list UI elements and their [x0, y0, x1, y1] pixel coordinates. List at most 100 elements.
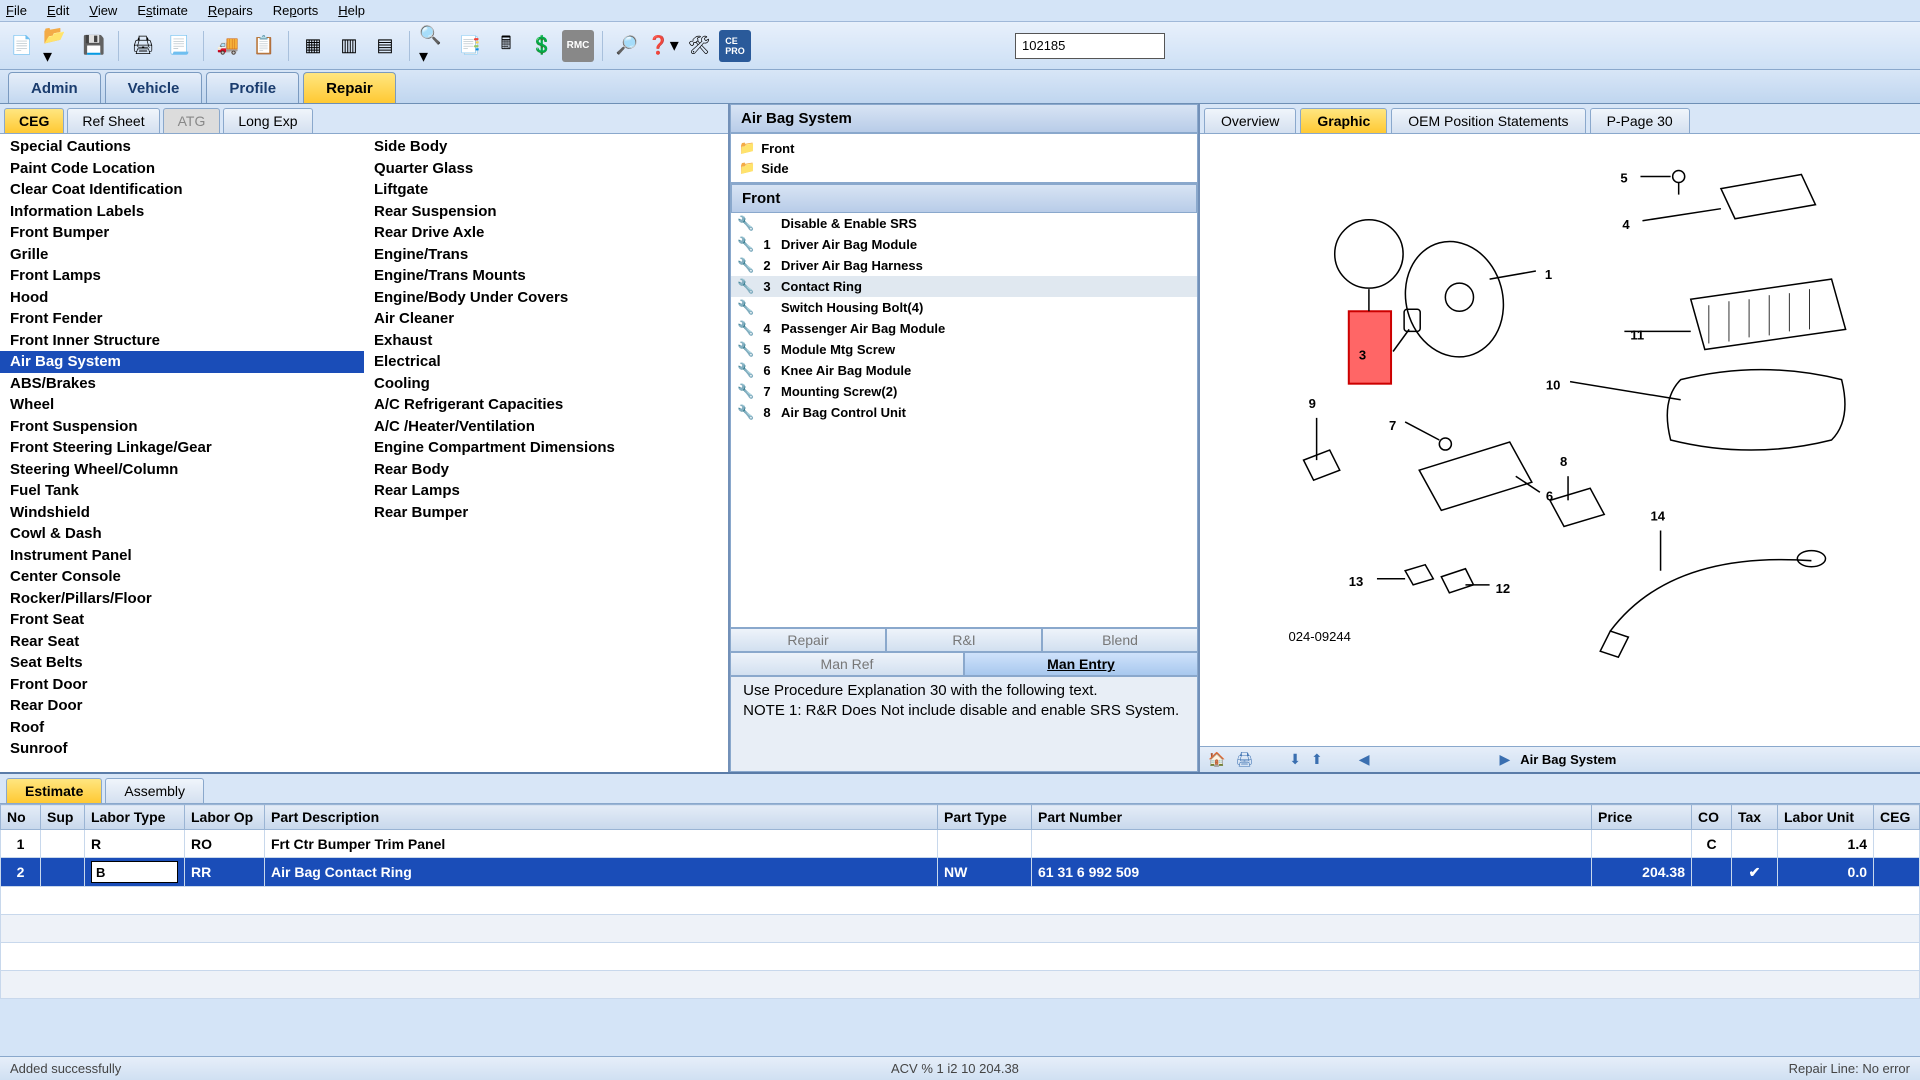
col-price[interactable]: Price [1592, 805, 1692, 830]
part-row[interactable]: 🔧2Driver Air Bag Harness [731, 255, 1197, 276]
forward-icon[interactable]: ▶ [1499, 751, 1510, 768]
tools-icon[interactable]: 🛠 [683, 30, 715, 62]
part-row[interactable]: 🔧8Air Bag Control Unit [731, 402, 1197, 423]
category-item[interactable]: Seat Belts [0, 652, 364, 674]
category-item[interactable]: Windshield [0, 502, 364, 524]
search-icon[interactable]: 🔍▾ [418, 30, 450, 62]
grid3-icon[interactable]: ▤ [369, 30, 401, 62]
col-tax[interactable]: Tax [1732, 805, 1778, 830]
btab-estimate[interactable]: Estimate [6, 778, 102, 803]
category-item[interactable]: Front Steering Linkage/Gear [0, 437, 364, 459]
category-item[interactable]: Wheel [0, 394, 364, 416]
category-item[interactable]: Liftgate [364, 179, 728, 201]
tab-vehicle[interactable]: Vehicle [105, 72, 203, 103]
tab-admin[interactable]: Admin [8, 72, 101, 103]
category-item[interactable]: Clear Coat Identification [0, 179, 364, 201]
category-item[interactable]: Rear Body [364, 459, 728, 481]
col-description[interactable]: Part Description [265, 805, 938, 830]
table-row[interactable]: 2RRAir Bag Contact RingNW61 31 6 992 509… [1, 858, 1920, 887]
category-item[interactable]: Engine/Trans Mounts [364, 265, 728, 287]
grid2-icon[interactable]: ▥ [333, 30, 365, 62]
tree-item[interactable]: 📁Side [735, 158, 1193, 178]
rtab-graphic[interactable]: Graphic [1300, 108, 1387, 133]
category-item[interactable]: Grille [0, 244, 364, 266]
category-item[interactable]: Engine/Body Under Covers [364, 287, 728, 309]
save-icon[interactable]: 💾 [78, 30, 110, 62]
sheet-icon[interactable]: 📑 [454, 30, 486, 62]
btn-manref[interactable]: Man Ref [730, 652, 964, 676]
col-labor-unit[interactable]: Labor Unit [1778, 805, 1874, 830]
subtab-longexp[interactable]: Long Exp [223, 108, 312, 133]
clipboard-icon[interactable]: 📋 [248, 30, 280, 62]
part-row[interactable]: 🔧1Driver Air Bag Module [731, 234, 1197, 255]
part-row[interactable]: 🔧Switch Housing Bolt(4) [731, 297, 1197, 318]
category-item[interactable]: Rear Seat [0, 631, 364, 653]
category-item[interactable]: Air Cleaner [364, 308, 728, 330]
menu-help[interactable]: Help [338, 3, 365, 18]
back-icon[interactable]: ◀ [1359, 751, 1370, 768]
money-icon[interactable]: 💲 [526, 30, 558, 62]
category-item[interactable]: A/C /Heater/Ventilation [364, 416, 728, 438]
up-icon[interactable]: ⬆ [1311, 751, 1323, 768]
category-item[interactable]: Front Lamps [0, 265, 364, 287]
category-item[interactable]: Front Inner Structure [0, 330, 364, 352]
subtab-refsheet[interactable]: Ref Sheet [67, 108, 159, 133]
print-icon[interactable]: 🖨 [127, 30, 159, 62]
col-part-type[interactable]: Part Type [938, 805, 1032, 830]
tab-profile[interactable]: Profile [206, 72, 299, 103]
part-row[interactable]: 🔧7Mounting Screw(2) [731, 381, 1197, 402]
category-item[interactable]: Rear Lamps [364, 480, 728, 502]
part-row[interactable]: 🔧4Passenger Air Bag Module [731, 318, 1197, 339]
rtab-oem[interactable]: OEM Position Statements [1391, 108, 1585, 133]
category-item[interactable]: Special Cautions [0, 136, 364, 158]
category-item[interactable]: Side Body [364, 136, 728, 158]
document-icon[interactable]: 📃 [163, 30, 195, 62]
category-item[interactable]: Cooling [364, 373, 728, 395]
category-item[interactable]: Information Labels [0, 201, 364, 223]
category-item[interactable]: Quarter Glass [364, 158, 728, 180]
category-item[interactable]: Hood [0, 287, 364, 309]
category-item[interactable]: Air Bag System [0, 351, 364, 373]
category-item[interactable]: Rear Door [0, 695, 364, 717]
category-item[interactable]: Cowl & Dash [0, 523, 364, 545]
search-input[interactable] [1015, 33, 1165, 59]
category-item[interactable]: Rear Drive Axle [364, 222, 728, 244]
category-item[interactable]: Exhaust [364, 330, 728, 352]
col-no[interactable]: No [1, 805, 41, 830]
grid1-icon[interactable]: ▦ [297, 30, 329, 62]
category-item[interactable]: ABS/Brakes [0, 373, 364, 395]
tab-repair[interactable]: Repair [303, 72, 396, 103]
col-co[interactable]: CO [1692, 805, 1732, 830]
print-diagram-icon[interactable]: 🖨 [1235, 751, 1253, 768]
part-row[interactable]: 🔧6Knee Air Bag Module [731, 360, 1197, 381]
preview-icon[interactable]: 🔎 [611, 30, 643, 62]
category-item[interactable]: Front Seat [0, 609, 364, 631]
col-labor-type[interactable]: Labor Type [85, 805, 185, 830]
menu-view[interactable]: View [89, 3, 117, 18]
category-item[interactable]: Front Bumper [0, 222, 364, 244]
menu-estimate[interactable]: Estimate [137, 3, 188, 18]
category-item[interactable]: Sunroof [0, 738, 364, 760]
btn-repair[interactable]: Repair [730, 628, 886, 652]
menu-edit[interactable]: Edit [47, 3, 69, 18]
btn-manentry[interactable]: Man Entry [964, 652, 1198, 676]
category-item[interactable]: Engine Compartment Dimensions [364, 437, 728, 459]
col-labor-op[interactable]: Labor Op [185, 805, 265, 830]
category-item[interactable]: Center Console [0, 566, 364, 588]
category-item[interactable]: Steering Wheel/Column [0, 459, 364, 481]
subtab-ceg[interactable]: CEG [4, 108, 64, 133]
col-part-number[interactable]: Part Number [1032, 805, 1592, 830]
new-icon[interactable]: 📄 [6, 30, 38, 62]
category-item[interactable]: A/C Refrigerant Capacities [364, 394, 728, 416]
category-item[interactable]: Front Suspension [0, 416, 364, 438]
tree-item[interactable]: 📁Front [735, 138, 1193, 158]
part-row[interactable]: 🔧Disable & Enable SRS [731, 213, 1197, 234]
down-icon[interactable]: ⬇ [1289, 751, 1301, 768]
table-row[interactable]: 1RROFrt Ctr Bumper Trim PanelC1.4 [1, 830, 1920, 858]
category-item[interactable]: Electrical [364, 351, 728, 373]
category-item[interactable]: Rear Suspension [364, 201, 728, 223]
open-icon[interactable]: 📂▾ [42, 30, 74, 62]
menu-file[interactable]: File [6, 3, 27, 18]
btab-assembly[interactable]: Assembly [105, 778, 204, 803]
btn-blend[interactable]: Blend [1042, 628, 1198, 652]
